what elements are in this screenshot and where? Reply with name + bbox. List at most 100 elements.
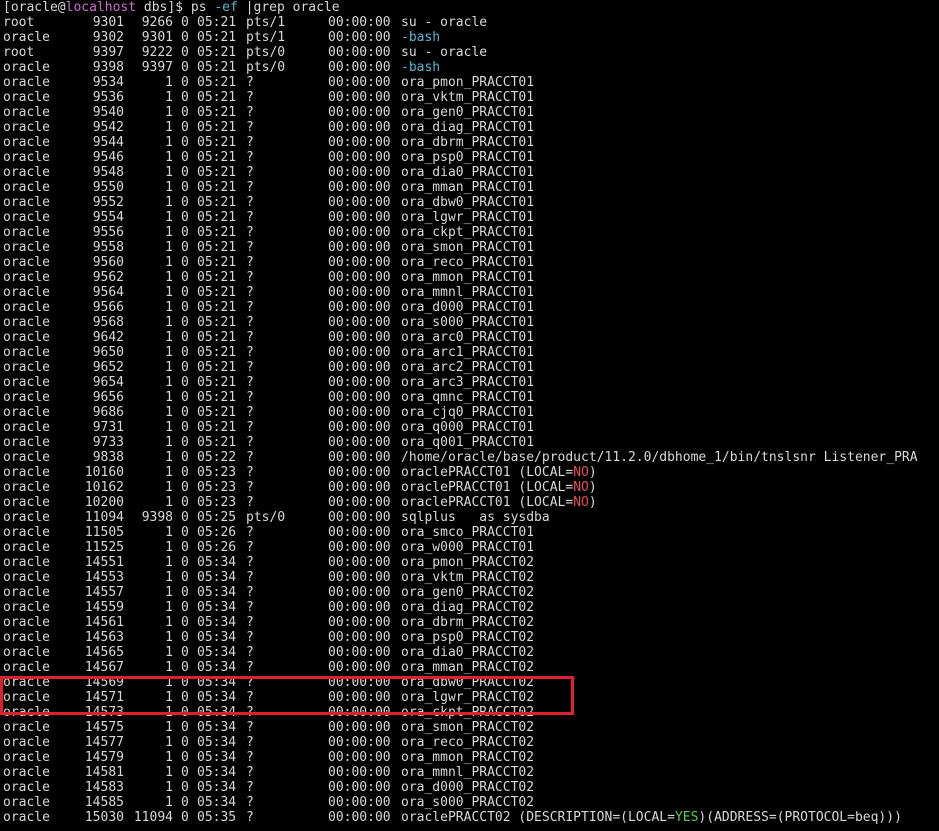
process-start-time: 05:34: [197, 765, 237, 780]
process-cpu: 0: [181, 510, 189, 525]
process-row: oracle 14551 1 0 05:34? 00:00:00 ora_pmon_PRAC…: [3, 555, 918, 570]
process-user: oracle: [3, 750, 50, 765]
process-tty: ?: [246, 405, 254, 420]
process-ppid: 1: [165, 135, 173, 150]
process-cpu-time: 00:00:00: [328, 705, 391, 720]
process-command: ora_s000_PRACCT01: [401, 315, 535, 330]
process-cpu: 0: [181, 30, 189, 45]
process-ppid: 1: [165, 735, 173, 750]
process-user: oracle: [3, 435, 50, 450]
process-cpu-time: 00:00:00: [328, 540, 391, 555]
process-tty: ?: [246, 240, 254, 255]
process-row: oracle 9548 1 0 05:21? 00:00:00 ora_dia0_PRACC…: [3, 165, 918, 180]
process-row: oracle 14553 1 0 05:34? 00:00:00 ora_vktm_PRAC…: [3, 570, 918, 585]
process-start-time: 05:34: [197, 630, 237, 645]
process-start-time: 05:25: [197, 510, 237, 525]
process-start-time: 05:21: [197, 375, 237, 390]
process-pid: 14563: [84, 630, 124, 645]
process-row: oracle 9656 1 0 05:21? 00:00:00 ora_qmnc_PRACC…: [3, 390, 918, 405]
process-row: oracle 9686 1 0 05:21? 00:00:00 ora_cjq0_PRACC…: [3, 405, 918, 420]
process-start-time: 05:21: [197, 315, 237, 330]
process-list: root 9301 9266 0 05:21 pts/1 00:00:00 su - orac…: [3, 15, 918, 825]
process-ppid: 1: [165, 555, 173, 570]
process-cpu-time: 00:00:00: [328, 735, 391, 750]
process-cpu-time: 00:00:00: [328, 525, 391, 540]
process-tty: ?: [246, 675, 254, 690]
process-cpu: 0: [181, 420, 189, 435]
command-prompt-line: [oracle@localhost dbs]$ ps -ef |grep ora…: [3, 0, 918, 15]
process-cpu: 0: [181, 540, 189, 555]
process-row: oracle 11525 1 0 05:26? 00:00:00 ora_w000_PRAC…: [3, 540, 918, 555]
process-command: ora_mmnl_PRACCT02: [401, 765, 535, 780]
process-tty: ?: [246, 180, 254, 195]
process-command: ora_lgwr_PRACCT02: [401, 690, 535, 705]
process-row: oracle 9838 1 0 05:22? 00:00:00/home/oracle/b…: [3, 450, 918, 465]
process-tty: ?: [246, 810, 254, 825]
process-start-time: 05:34: [197, 660, 237, 675]
process-user: oracle: [3, 540, 50, 555]
process-start-time: 05:21: [197, 165, 237, 180]
prompt-pipe-grep: |grep oracle: [237, 0, 340, 15]
process-ppid: 1: [165, 255, 173, 270]
process-ppid: 1: [165, 615, 173, 630]
process-pid: 9560: [92, 255, 124, 270]
process-tty: ?: [246, 345, 254, 360]
process-row: oracle 9398 9397 0 05:21 pts/0 00:00:00 -bash: [3, 60, 918, 75]
process-start-time: 05:34: [197, 570, 237, 585]
process-cpu-time: 00:00:00: [328, 45, 391, 60]
process-user: oracle: [3, 180, 50, 195]
process-command: su - oracle: [401, 15, 488, 30]
process-user: oracle: [3, 90, 50, 105]
process-pid: 14585: [84, 795, 124, 810]
process-row: oracle 14563 1 0 05:34? 00:00:00 ora_psp0_PRAC…: [3, 630, 918, 645]
process-cpu-time: 00:00:00: [328, 615, 391, 630]
process-ppid: 11094: [133, 810, 173, 825]
process-user: oracle: [3, 510, 50, 525]
process-tty: ?: [246, 540, 254, 555]
process-user: oracle: [3, 225, 50, 240]
process-row: oracle 9654 1 0 05:21? 00:00:00 ora_arc3_PRACC…: [3, 375, 918, 390]
process-start-time: 05:21: [197, 210, 237, 225]
terminal-window[interactable]: [oracle @localhost dbs]$ ps -ef |grep ora…: [0, 0, 939, 831]
process-pid: 14577: [84, 735, 124, 750]
process-user: oracle: [3, 135, 50, 150]
process-tty: ?: [246, 555, 254, 570]
process-row: oracle 9550 1 0 05:21? 00:00:00 ora_mman_PRACC…: [3, 180, 918, 195]
process-tty: ?: [246, 135, 254, 150]
process-cpu-time: 00:00:00: [328, 135, 391, 150]
process-ppid: 1: [165, 705, 173, 720]
process-cpu-time: 00:00:00: [328, 555, 391, 570]
process-cpu-time: 00:00:00: [328, 690, 391, 705]
process-row: oracle 9556 1 0 05:21? 00:00:00 ora_ckpt_PRACC…: [3, 225, 918, 240]
process-tty: ?: [246, 600, 254, 615]
process-user: oracle: [3, 720, 50, 735]
process-pid: 9540: [92, 105, 124, 120]
process-command: ora_mmnl_PRACCT01: [401, 285, 535, 300]
process-start-time: 05:21: [197, 345, 237, 360]
process-user: oracle: [3, 780, 50, 795]
process-start-time: 05:34: [197, 795, 237, 810]
process-cpu: 0: [181, 435, 189, 450]
process-pid: 14557: [84, 585, 124, 600]
process-cpu-time: 00:00:00: [328, 330, 391, 345]
process-tty: ?: [246, 750, 254, 765]
process-command: -bash: [401, 60, 441, 75]
process-user: oracle: [3, 705, 50, 720]
process-command-tail: ): [588, 480, 597, 495]
process-command-tail: )(ADDRESS=(PROTOCOL=beq))): [698, 810, 902, 825]
process-cpu: 0: [181, 795, 189, 810]
process-row: oracle 9566 1 0 05:21? 00:00:00 ora_d000_PRACC…: [3, 300, 918, 315]
process-cpu: 0: [181, 165, 189, 180]
process-pid: 11505: [84, 525, 124, 540]
process-cpu-time: 00:00:00: [328, 270, 391, 285]
process-tty: pts/1: [246, 15, 286, 30]
process-ppid: 1: [165, 405, 173, 420]
process-ppid: 9222: [141, 45, 173, 60]
process-tty: ?: [246, 195, 254, 210]
process-row: oracle 9558 1 0 05:21? 00:00:00 ora_smon_PRACC…: [3, 240, 918, 255]
process-command: su - oracle: [401, 45, 488, 60]
process-user: oracle: [3, 270, 50, 285]
process-ppid: 9301: [141, 30, 173, 45]
process-ppid: 1: [165, 435, 173, 450]
process-row: oracle 9733 1 0 05:21? 00:00:00 ora_q001_PRACC…: [3, 435, 918, 450]
